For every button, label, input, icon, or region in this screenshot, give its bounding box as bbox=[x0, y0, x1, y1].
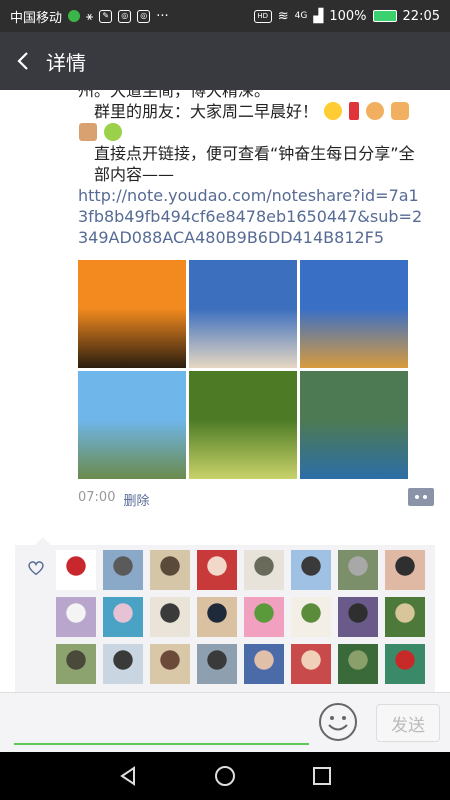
avatar-cat[interactable] bbox=[56, 597, 96, 637]
avatar-man-outdoor[interactable] bbox=[56, 644, 96, 684]
photo-harp-bridge[interactable] bbox=[300, 260, 408, 368]
avatar-landscape[interactable] bbox=[385, 597, 425, 637]
avatar-seal[interactable] bbox=[56, 550, 96, 590]
android-nav-bar bbox=[0, 752, 450, 800]
avatar-man-city[interactable] bbox=[197, 644, 237, 684]
avatar-street[interactable] bbox=[338, 644, 378, 684]
clock: 22:05 bbox=[402, 8, 440, 24]
photo-rice-terraces[interactable] bbox=[189, 371, 297, 479]
avatar-painting[interactable] bbox=[244, 550, 284, 590]
photo-grid bbox=[78, 260, 408, 479]
avatar-woman-pink[interactable] bbox=[244, 597, 284, 637]
avatar-man-suit[interactable] bbox=[197, 597, 237, 637]
avatar-statue[interactable] bbox=[103, 550, 143, 590]
battery-icon bbox=[372, 10, 397, 22]
rose-emoji-icon bbox=[349, 102, 360, 120]
avatar-calligraphy[interactable] bbox=[150, 597, 190, 637]
likes-panel bbox=[15, 537, 435, 692]
photo-sunset-heron[interactable] bbox=[78, 260, 186, 368]
avatar-man-red[interactable] bbox=[197, 550, 237, 590]
app3-icon: ◎ bbox=[137, 9, 151, 23]
battery-percent: 100% bbox=[329, 8, 367, 24]
network-type: 4G bbox=[294, 11, 308, 21]
sprout-emoji-icon bbox=[104, 123, 123, 141]
signal-icon: ▟ bbox=[313, 8, 324, 24]
app-icon: ✎ bbox=[99, 9, 113, 23]
delete-link[interactable]: 删除 bbox=[123, 490, 149, 509]
send-button[interactable]: 发送 bbox=[376, 704, 440, 742]
photo-lake-island[interactable] bbox=[300, 371, 408, 479]
recents-square-icon[interactable] bbox=[311, 765, 333, 787]
title-bar: 详情 bbox=[0, 32, 450, 90]
liker-avatars bbox=[56, 550, 425, 684]
back-button[interactable] bbox=[0, 32, 46, 90]
carrier-label: 中国移动 bbox=[10, 10, 63, 26]
app2-icon: ◎ bbox=[118, 9, 132, 23]
avatar-woman-smile[interactable] bbox=[385, 550, 425, 590]
shield-icon bbox=[68, 10, 81, 22]
wifi-icon: ≋ bbox=[277, 8, 289, 24]
post-greeting: 群里的朋友：大家周二早晨好！ bbox=[94, 102, 319, 121]
post-time: 07:00 bbox=[78, 490, 116, 505]
back-triangle-icon[interactable] bbox=[117, 765, 139, 787]
heart-icon bbox=[28, 561, 44, 576]
hd-icon: HD bbox=[253, 9, 272, 23]
usb-icon: ⚹ bbox=[86, 8, 94, 23]
post-text: 州。大道至简，博大精深。 群里的朋友：大家周二早晨好！ 直接点开链接，便可查看“… bbox=[78, 90, 423, 248]
handshake-emoji-icon bbox=[366, 102, 385, 120]
avatar-man-blue[interactable] bbox=[291, 550, 331, 590]
post-link[interactable]: http://note.youdao.com/noteshare?id=7a13… bbox=[78, 185, 423, 248]
post-line-2: 直接点开链接，便可查看“钟奋生每日分享”全部内容—— bbox=[94, 144, 415, 184]
avatar-flowers[interactable] bbox=[103, 597, 143, 637]
more-notifications-icon: ··· bbox=[156, 8, 169, 24]
avatar-bamboo[interactable] bbox=[291, 597, 331, 637]
clap-emoji-icon bbox=[391, 102, 410, 120]
avatar-man-street[interactable] bbox=[338, 550, 378, 590]
avatar-man-hat[interactable] bbox=[150, 550, 190, 590]
comment-bar: 发送 bbox=[0, 692, 450, 752]
emoji-button-icon[interactable] bbox=[318, 702, 358, 742]
post-detail: 州。大道至简，博大精深。 群里的朋友：大家周二早晨好！ 直接点开链接，便可查看“… bbox=[0, 90, 450, 692]
home-circle-icon[interactable] bbox=[214, 765, 236, 787]
coffee-emoji-icon bbox=[79, 123, 97, 141]
comment-input[interactable] bbox=[14, 743, 309, 745]
post-line-0: 州。大道至简，博大精深。 bbox=[78, 90, 271, 100]
avatar-couple[interactable] bbox=[291, 644, 331, 684]
page-title: 详情 bbox=[46, 50, 86, 75]
photo-palace-river[interactable] bbox=[78, 371, 186, 479]
avatar-man-glasses[interactable] bbox=[103, 644, 143, 684]
status-bar: 中国移动 ⚹ ✎ ◎ ◎ ··· HD ≋ 4G ▟ 100% 22:05 bbox=[0, 0, 450, 32]
avatar-man-dark[interactable] bbox=[338, 597, 378, 637]
more-options-button[interactable] bbox=[408, 488, 434, 506]
chevron-left-icon bbox=[17, 52, 28, 70]
avatar-woman-walk[interactable] bbox=[150, 644, 190, 684]
photo-snow-castle[interactable] bbox=[189, 260, 297, 368]
post-meta: 07:00 删除 bbox=[78, 490, 149, 509]
avatar-man-tie[interactable] bbox=[244, 644, 284, 684]
avatar-woman-red[interactable] bbox=[385, 644, 425, 684]
smile-emoji-icon bbox=[324, 102, 343, 120]
